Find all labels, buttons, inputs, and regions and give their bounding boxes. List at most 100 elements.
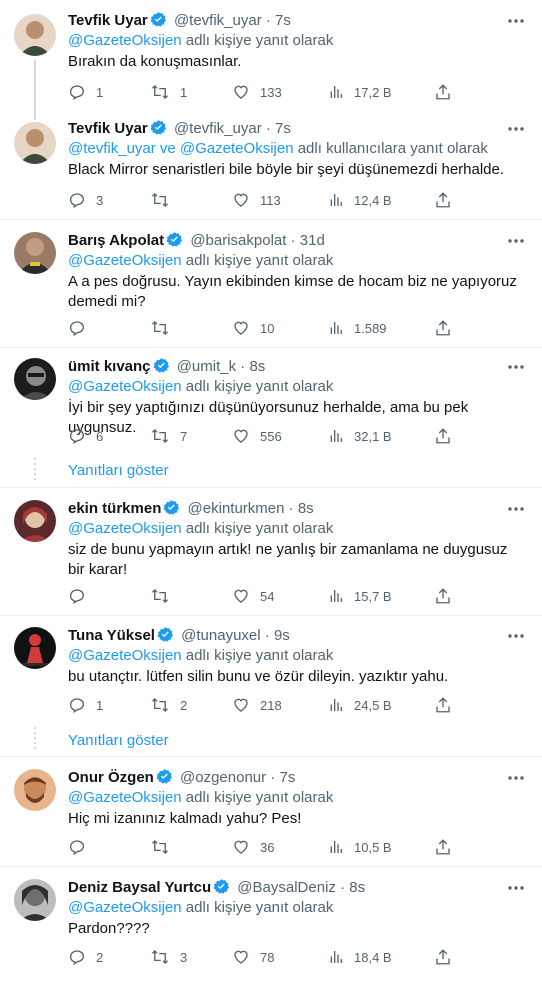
more-icon[interactable] [506,501,526,517]
timestamp[interactable]: 8s [249,358,265,375]
more-icon[interactable] [506,13,526,29]
retweet-button[interactable]: 7 [150,426,187,446]
more-icon[interactable] [506,628,526,644]
tweet-ekin[interactable]: ekin türkmen @ekinturkmen · 8s @GazeteOk… [0,498,542,616]
share-button[interactable] [434,586,452,606]
retweet-button[interactable]: 2 [150,695,187,715]
retweet-button[interactable]: 1 [150,82,187,102]
user-handle[interactable]: @umit_k [177,358,236,375]
tweet-tuna[interactable]: Tuna Yüksel @tunayuxel · 9s @GazeteOksij… [0,625,542,757]
share-button[interactable] [434,695,452,715]
user-handle[interactable]: @tevfik_uyar [174,120,262,137]
retweet-button[interactable] [150,318,180,338]
like-button[interactable]: 556 [232,426,282,446]
views-button[interactable]: 17,2 B [328,82,392,102]
user-handle[interactable]: @tunayuxel [181,627,260,644]
tweet-tevfik-2[interactable]: Tevfik Uyar @tevfik_uyar · 7s @tevfik_uy… [0,118,542,220]
display-name[interactable]: Deniz Baysal Yurtcu [68,879,211,896]
share-button[interactable] [434,947,452,967]
timestamp[interactable]: 7s [275,120,291,137]
retweet-button[interactable] [150,837,180,857]
more-icon[interactable] [506,359,526,375]
share-button[interactable] [434,82,452,102]
display-name[interactable]: Barış Akpolat [68,232,164,249]
like-button[interactable]: 133 [232,82,282,102]
share-button[interactable] [434,190,452,210]
display-name[interactable]: Onur Özgen [68,769,154,786]
reply-button[interactable]: 2 [68,947,103,967]
timestamp[interactable]: 9s [274,627,290,644]
avatar[interactable] [14,358,56,400]
more-icon[interactable] [506,770,526,786]
like-button[interactable]: 78 [232,947,274,967]
show-replies-link[interactable]: Yanıtları göster [68,731,169,751]
user-handle[interactable]: @ekinturkmen [188,500,285,517]
more-icon[interactable] [506,121,526,137]
timestamp[interactable]: 31d [300,232,325,249]
user-handle[interactable]: @ozgenonur [180,769,266,786]
avatar[interactable] [14,769,56,811]
share-button[interactable] [434,318,452,338]
views-button[interactable]: 12,4 B [328,190,392,210]
timestamp[interactable]: 7s [279,769,295,786]
tweet-umit[interactable]: ümit kıvanç @umit_k · 8s @GazeteOksijen … [0,356,542,488]
like-button[interactable]: 36 [232,837,274,857]
display-name[interactable]: ümit kıvanç [68,358,151,375]
timestamp[interactable]: 8s [298,500,314,517]
display-name[interactable]: Tuna Yüksel [68,627,155,644]
timestamp[interactable]: 7s [275,12,291,29]
mention-link[interactable]: @GazeteOksijen [68,789,182,806]
mention-link[interactable]: @GazeteOksijen [68,252,182,269]
views-button[interactable]: 24,5 B [328,695,392,715]
retweet-button[interactable]: 3 [150,947,187,967]
views-button[interactable]: 18,4 B [328,947,392,967]
reply-button[interactable]: 3 [68,190,103,210]
avatar[interactable] [14,627,56,669]
reply-button[interactable] [68,318,96,338]
display-name[interactable]: Tevfik Uyar [68,120,148,137]
reply-button[interactable] [68,837,96,857]
views-button[interactable]: 1.589 [328,318,387,338]
reply-count: 1 [96,697,104,713]
reply-button[interactable]: 1 [68,695,103,715]
mention-link[interactable]: @GazeteOksijen [68,32,182,49]
avatar[interactable] [14,232,56,274]
like-button[interactable]: 113 [232,190,281,210]
more-icon[interactable] [506,880,526,896]
avatar[interactable] [14,879,56,921]
avatar[interactable] [14,500,56,542]
more-icon[interactable] [506,233,526,249]
retweet-button[interactable] [150,586,180,606]
like-button[interactable]: 10 [232,318,274,338]
tweet-onur[interactable]: Onur Özgen @ozgenonur · 7s @GazeteOksije… [0,767,542,867]
share-button[interactable] [434,426,452,446]
retweet-button[interactable] [150,190,180,210]
display-name[interactable]: ekin türkmen [68,500,161,517]
mention-link[interactable]: @GazeteOksijen [68,378,182,395]
display-name[interactable]: Tevfik Uyar [68,12,148,29]
mention-link[interactable]: @GazeteOksijen [68,647,182,664]
views-button[interactable]: 15,7 B [328,586,392,606]
reply-button[interactable] [68,586,96,606]
like-button[interactable]: 54 [232,586,274,606]
avatar[interactable] [14,14,56,56]
user-handle[interactable]: @BaysalDeniz [237,879,336,896]
views-icon [330,86,342,98]
tweet-deniz[interactable]: Deniz Baysal Yurtcu @BaysalDeniz · 8s @G… [0,877,542,977]
user-handle[interactable]: @barisakpolat [190,232,286,249]
mention-link[interactable]: @tevfik_uyar ve @GazeteOksijen [68,140,294,157]
tweet-baris[interactable]: Barış Akpolat @barisakpolat · 31d @Gazet… [0,230,542,348]
show-replies-link[interactable]: Yanıtları göster [68,461,169,481]
views-button[interactable]: 10,5 B [328,837,392,857]
mention-link[interactable]: @GazeteOksijen [68,899,182,916]
reply-button[interactable]: 6 [68,426,103,446]
like-button[interactable]: 218 [232,695,282,715]
avatar[interactable] [14,122,56,164]
user-handle[interactable]: @tevfik_uyar [174,12,262,29]
views-button[interactable]: 32,1 B [328,426,392,446]
reply-button[interactable]: 1 [68,82,103,102]
mention-link[interactable]: @GazeteOksijen [68,520,182,537]
tweet-tevfik-1[interactable]: Tevfik Uyar @tevfik_uyar · 7s @GazeteOks… [0,10,542,120]
share-button[interactable] [434,837,452,857]
timestamp[interactable]: 8s [349,879,365,896]
